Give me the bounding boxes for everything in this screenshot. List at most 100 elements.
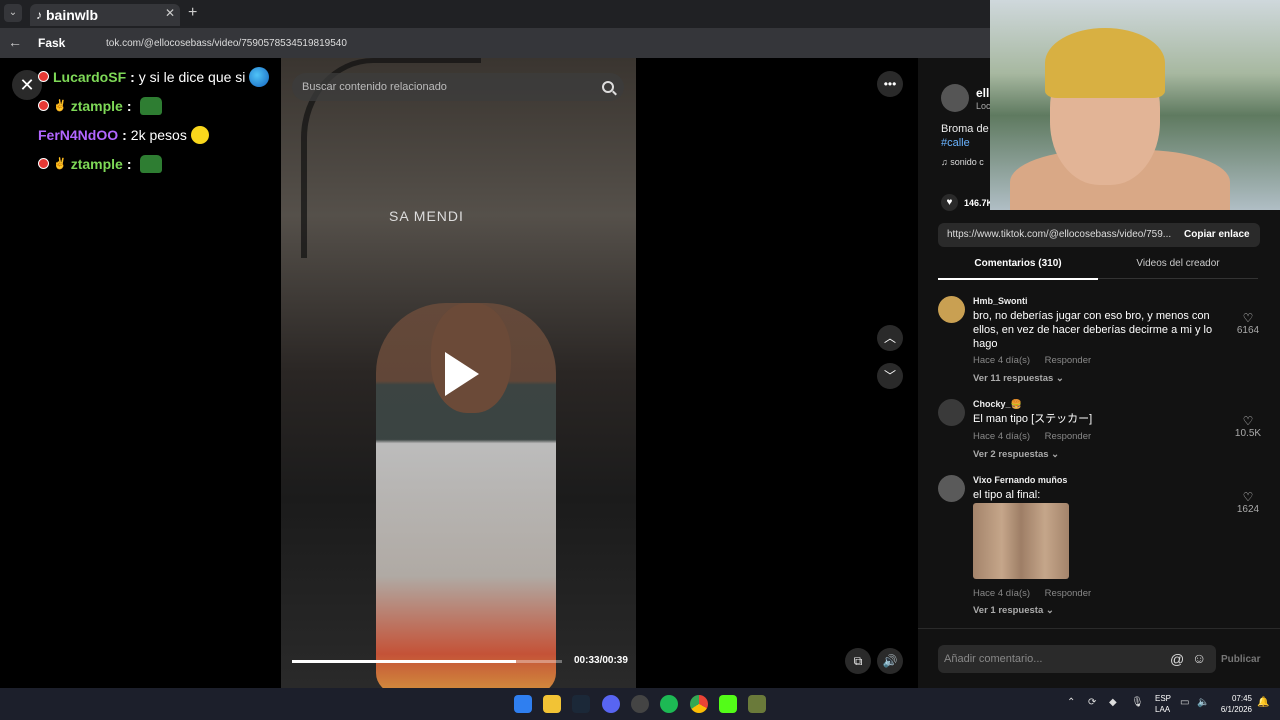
chat-message: LucardoSF: y si le dice que si — [38, 62, 288, 91]
comment-text: El man tipo [ステッカー] — [973, 413, 1093, 425]
hashtag-link[interactable]: #calle — [941, 137, 970, 149]
browser-tab[interactable]: ♪ bainwlb — [30, 4, 180, 26]
heart-outline-icon[interactable]: ♡ — [1228, 490, 1268, 504]
more-options-icon[interactable]: ••• — [877, 71, 903, 97]
discord-icon[interactable] — [602, 695, 620, 713]
copy-link-button[interactable]: Copiar enlace — [1184, 229, 1250, 240]
comment-avatar[interactable] — [938, 296, 965, 323]
chat-username[interactable]: ztample — [71, 156, 123, 172]
comment-time: Hace 4 día(s) — [973, 431, 1031, 442]
comment-meta: Hace 4 día(s) Responder — [973, 588, 1103, 599]
chat-message: ✌ ztample: — [38, 91, 288, 120]
video-time: 00:33/00:39 — [574, 655, 628, 666]
steam-icon[interactable] — [572, 695, 590, 713]
language-indicator[interactable]: ESP — [1155, 694, 1171, 703]
comment-like[interactable]: ♡ 6164 — [1228, 311, 1268, 336]
view-replies-button[interactable]: Ver 1 respuesta ⌄ — [973, 605, 1054, 616]
like-count: 146.7K — [964, 197, 994, 208]
kick-icon[interactable] — [719, 695, 737, 713]
microphone-icon[interactable]: 🎙 — [1131, 697, 1144, 708]
webcam-overlay — [990, 0, 1280, 210]
chat-username[interactable]: ztample — [71, 98, 123, 114]
obs-icon[interactable] — [631, 695, 649, 713]
tab-creator-videos[interactable]: Videos del creador — [1098, 258, 1258, 279]
url-field[interactable]: tok.com/@ellocosebass/video/759057853451… — [36, 35, 976, 53]
notification-bell-icon[interactable]: 🔔 — [1257, 697, 1269, 708]
comment-avatar[interactable] — [938, 475, 965, 502]
play-icon[interactable] — [445, 352, 479, 396]
chat-badge-icon — [38, 100, 49, 111]
comment-username[interactable]: Vixo Fernando muños — [973, 475, 1067, 485]
volume-icon[interactable]: 🔊 — [877, 648, 903, 674]
tray-chevron-up-icon[interactable]: ⌃ — [1067, 697, 1075, 708]
tiktok-favicon-icon: ♪ — [36, 8, 42, 22]
heart-outline-icon[interactable]: ♡ — [1228, 414, 1268, 428]
tab-list-chevron-icon[interactable]: ⌄ — [4, 4, 22, 22]
comment-item: Vixo Fernando muños el tipo al final: Ha… — [938, 475, 1268, 620]
comment-text: el tipo al final: — [973, 489, 1041, 501]
chrome-icon[interactable] — [690, 695, 708, 713]
reply-button[interactable]: Responder — [1045, 355, 1091, 366]
comment-username[interactable]: Chocky_🍔 — [973, 399, 1022, 410]
clock-date[interactable]: 6/1/2026 — [1212, 705, 1252, 714]
comment-like[interactable]: ♡ 10.5K — [1228, 414, 1268, 439]
related-search-input[interactable]: Buscar contenido relacionado — [292, 73, 624, 101]
chat-text: y si le dice que si — [138, 68, 246, 85]
app-icon[interactable] — [748, 695, 766, 713]
spotify-icon[interactable] — [660, 695, 678, 713]
comment-meta: Hace 4 día(s) Responder — [973, 355, 1103, 366]
new-tab-plus-icon[interactable]: + — [188, 4, 197, 22]
comment-time: Hace 4 día(s) — [973, 355, 1031, 366]
publish-button[interactable]: Publicar — [1221, 654, 1260, 665]
chat-message: ✌ ztample: — [38, 149, 288, 178]
chat-username[interactable]: LucardoSF — [53, 69, 126, 85]
chat-colon: : — [130, 68, 135, 85]
comment-time: Hace 4 día(s) — [973, 588, 1031, 599]
mention-at-icon[interactable]: @ — [1170, 651, 1184, 667]
comment-like[interactable]: ♡ 1624 — [1228, 490, 1268, 515]
view-replies-button[interactable]: Ver 2 respuestas ⌄ — [973, 449, 1059, 460]
previous-video-chevron-up-icon[interactable]: ︿ — [877, 325, 903, 351]
emoji-icon[interactable]: ☺ — [1192, 650, 1206, 666]
globe-emote-icon — [249, 66, 270, 87]
windows-start-icon[interactable] — [514, 695, 532, 713]
chat-username[interactable]: FerN4NdOO — [38, 127, 118, 143]
file-explorer-icon[interactable] — [543, 695, 561, 713]
creator-subtitle: Loc — [976, 101, 991, 111]
like-row[interactable]: ♥ 146.7K — [941, 194, 993, 211]
chat-colon: : — [122, 126, 127, 143]
heart-icon[interactable]: ♥ — [941, 194, 958, 211]
chat-badge-hand-icon: ✌ — [53, 100, 67, 112]
clock-time[interactable]: 07:45 — [1220, 694, 1252, 703]
chat-text: 2k pesos — [130, 126, 187, 143]
tab-comments[interactable]: Comentarios (310) — [938, 258, 1098, 280]
close-tab-icon[interactable]: ✕ — [165, 6, 175, 20]
sync-icon[interactable]: ⟳ — [1088, 697, 1096, 708]
reply-button[interactable]: Responder — [1045, 431, 1091, 442]
display-icon[interactable]: ▭ — [1180, 697, 1189, 708]
keyboard-layout-indicator[interactable]: LAA — [1155, 705, 1170, 714]
sound-link[interactable]: ♫ sonido c — [941, 157, 984, 167]
comment-item: Chocky_🍔 El man tipo [ステッカー] Hace 4 día(… — [938, 399, 1268, 469]
comment-item: Hmb_Swonti bro, no deberías jugar con es… — [938, 296, 1268, 386]
chat-colon: : — [126, 155, 132, 172]
picture-in-picture-icon[interactable]: ⧉ — [845, 648, 871, 674]
creator-avatar[interactable] — [941, 84, 969, 112]
comment-image-dogs[interactable] — [973, 503, 1069, 579]
divider — [918, 628, 1280, 629]
speaker-icon[interactable]: 🔈 — [1197, 697, 1209, 708]
stream-chat: LucardoSF: y si le dice que si ✌ ztample: Fe… — [38, 62, 288, 178]
view-replies-button[interactable]: Ver 11 respuestas ⌄ — [973, 373, 1064, 384]
network-app-icon[interactable]: ◆ — [1109, 697, 1117, 708]
chat-message: FerN4NdOO:2k pesos — [38, 120, 288, 149]
creator-name[interactable]: ell — [976, 86, 989, 100]
search-icon[interactable] — [602, 81, 614, 93]
comment-avatar[interactable] — [938, 399, 965, 426]
next-video-chevron-down-icon[interactable]: ﹀ — [877, 363, 903, 389]
heart-outline-icon[interactable]: ♡ — [1228, 311, 1268, 325]
reply-button[interactable]: Responder — [1045, 588, 1091, 599]
chat-badge-hand-icon: ✌ — [53, 158, 67, 170]
comment-like-count: 6164 — [1236, 325, 1260, 336]
back-arrow-icon[interactable]: ← — [8, 34, 22, 50]
comment-username[interactable]: Hmb_Swonti — [973, 296, 1028, 306]
